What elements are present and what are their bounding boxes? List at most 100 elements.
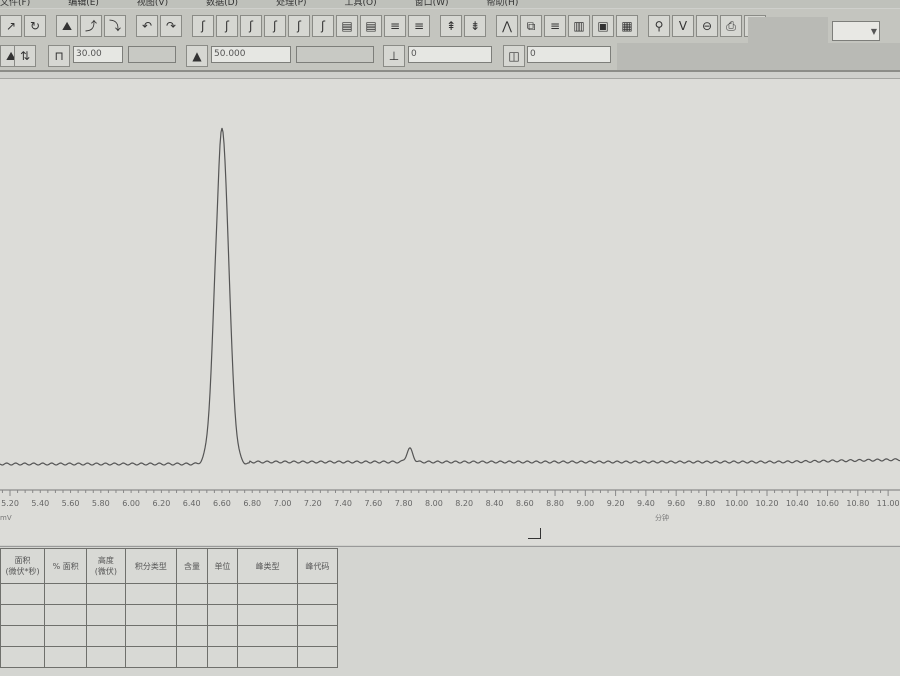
resize-corner-icon[interactable] <box>528 528 541 539</box>
split-peaks-icon[interactable]: ⇅ <box>14 45 36 67</box>
redo-icon[interactable]: ↷ <box>160 15 182 37</box>
toolbar-empty-area <box>617 43 900 70</box>
table-row[interactable] <box>0 646 339 668</box>
x-tick-label: 7.80 <box>394 499 413 508</box>
table-cell <box>296 646 339 668</box>
export-icon[interactable]: ▦ <box>616 15 638 37</box>
print2-icon[interactable]: ⎙ <box>720 15 742 37</box>
menu-item[interactable]: 工具(O) <box>345 0 377 8</box>
menu-item[interactable]: 视图(V) <box>137 0 168 8</box>
x-tick-label: 10.00 <box>725 499 749 508</box>
toolbar-empty-area <box>748 17 828 43</box>
menu-item[interactable]: 处理(P) <box>276 0 306 8</box>
column-header[interactable]: 峰代码 <box>296 548 339 584</box>
table-cell <box>206 625 239 647</box>
baseline-icon[interactable]: ⛰ <box>56 15 78 37</box>
table-cell <box>0 604 46 626</box>
table-cell <box>44 646 88 668</box>
tangent-icon[interactable]: ʃ <box>288 15 310 37</box>
split-icon[interactable]: ʃ <box>240 15 262 37</box>
marker-icon[interactable]: ⤵ <box>104 15 126 37</box>
cursor-icon[interactable]: ⤴ <box>80 15 102 37</box>
table-icon[interactable]: ≡ <box>544 15 566 37</box>
chromatogram-trace <box>0 127 900 466</box>
x-tick-label: 6.40 <box>182 499 201 508</box>
menu-item[interactable]: 数据(D) <box>206 0 238 8</box>
table-row[interactable] <box>0 604 339 626</box>
undo-icon[interactable]: ↶ <box>136 15 158 37</box>
peak-width-icon[interactable]: ⊓ <box>48 45 70 67</box>
stop-icon[interactable]: V <box>672 15 694 37</box>
min-area-icon[interactable]: ◫ <box>503 45 525 67</box>
print-icon[interactable]: ▣ <box>592 15 614 37</box>
x-tick-label: 7.00 <box>273 499 292 508</box>
table-cell <box>176 604 208 626</box>
table-cell <box>0 625 46 647</box>
calibrate-icon[interactable]: ⊖ <box>696 15 718 37</box>
copy-icon[interactable]: ⧉ <box>520 15 542 37</box>
view-icon[interactable]: ⋀ <box>496 15 518 37</box>
min-area-field[interactable]: 0 <box>527 46 611 63</box>
table-cell <box>0 583 46 605</box>
peak-width-aux-field[interactable] <box>128 46 176 63</box>
list-icon[interactable]: ≡ <box>384 15 406 37</box>
column-header[interactable]: 峰类型 <box>237 548 298 584</box>
group-icon[interactable]: ▤ <box>336 15 358 37</box>
min-height-icon[interactable]: ⊥ <box>383 45 405 67</box>
x-tick-label: 10.60 <box>816 499 839 508</box>
threshold-icon[interactable]: ▲ <box>186 45 208 67</box>
ungroup-icon[interactable]: ▤ <box>360 15 382 37</box>
x-tick-label: 10.20 <box>755 499 779 508</box>
threshold-field[interactable]: 50.000 <box>211 46 291 63</box>
x-tick-label: 5.40 <box>31 499 50 508</box>
column-header[interactable]: 含量 <box>176 548 208 584</box>
x-tick-label: 8.40 <box>485 499 504 508</box>
column-header[interactable]: 积分类型 <box>124 548 178 584</box>
x-tick-label: 6.00 <box>122 499 141 508</box>
table-row[interactable] <box>0 625 339 647</box>
x-tick-label: 5.80 <box>91 499 110 508</box>
zoom-out-icon[interactable]: ⇟ <box>464 15 486 37</box>
menu-item[interactable]: 文件(F) <box>0 0 30 8</box>
menu-item[interactable]: 窗口(W) <box>415 0 449 8</box>
run-icon[interactable]: ⚲ <box>648 15 670 37</box>
table-cell <box>237 604 298 626</box>
table-cell <box>206 604 239 626</box>
table-cell <box>176 646 208 668</box>
table-cell <box>44 604 88 626</box>
x-tick-label: 8.60 <box>515 499 534 508</box>
table-cell <box>176 625 208 647</box>
column-header[interactable]: 单位 <box>206 548 239 584</box>
skim-icon[interactable]: ʃ <box>312 15 334 37</box>
chromatogram-plot[interactable] <box>0 78 900 545</box>
x-tick-label: 9.40 <box>636 499 655 508</box>
dropdown-select[interactable]: ▼ <box>832 21 880 41</box>
menu-item[interactable]: 帮助(H) <box>487 0 519 8</box>
list2-icon[interactable]: ≡ <box>408 15 430 37</box>
table-cell <box>206 583 239 605</box>
column-header[interactable]: % 面积 <box>44 548 88 584</box>
menu-item[interactable]: 编辑(E) <box>68 0 99 8</box>
min-height-field[interactable]: 0 <box>408 46 492 63</box>
threshold-aux-field[interactable] <box>296 46 374 63</box>
peak-end-icon[interactable]: ʃ <box>216 15 238 37</box>
integrate-icon[interactable]: ↻ <box>24 15 46 37</box>
table-row[interactable] <box>0 583 339 605</box>
x-tick-label: 5.60 <box>61 499 80 508</box>
column-header[interactable]: 高度 (微伏) <box>86 548 126 584</box>
column-header[interactable]: 面积 (微伏*秒) <box>0 548 46 584</box>
table-cell <box>124 625 178 647</box>
x-tick-label: 7.20 <box>303 499 322 508</box>
peak-icon[interactable]: ↗ <box>0 15 22 37</box>
report-icon[interactable]: ▥ <box>568 15 590 37</box>
merge-icon[interactable]: ʃ <box>264 15 286 37</box>
x-tick-label: 8.80 <box>546 499 564 508</box>
peak-start-icon[interactable]: ʃ <box>192 15 214 37</box>
x-tick-label: 11.00 <box>876 499 900 508</box>
table-cell <box>0 646 46 668</box>
peak-width-field[interactable]: 30.00 <box>73 46 123 63</box>
main-toolbar: ↗↻⛰⤴⤵↶↷ʃʃʃʃʃʃ▤▤≡≡⇞⇟⋀⧉≡▥▣▦⚲V⊖⎙⚙▼ <box>0 9 900 44</box>
zoom-in-icon[interactable]: ⇞ <box>440 15 462 37</box>
results-table: 面积 (微伏*秒)% 面积 高度 (微伏) 积分类型 含量 单位 峰类型 峰代码 <box>0 548 339 668</box>
table-cell <box>176 583 208 605</box>
